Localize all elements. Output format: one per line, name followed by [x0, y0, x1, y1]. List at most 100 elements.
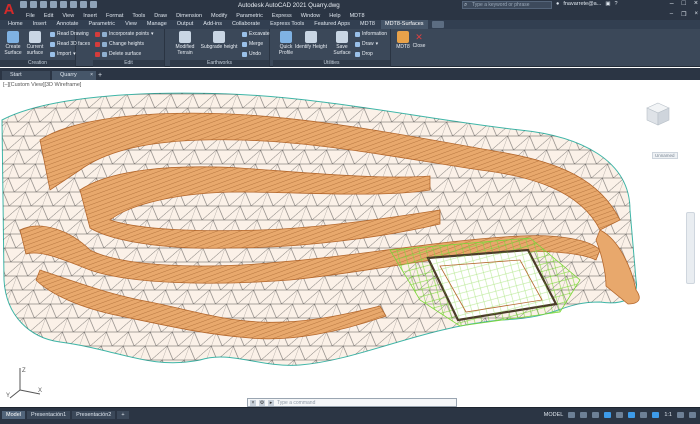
ortho-icon[interactable] [592, 412, 600, 418]
tab-parametric[interactable]: Parametric [84, 20, 119, 29]
current-surface-button[interactable]: Current surface [22, 31, 48, 56]
user-account[interactable]: ● fnavarrete@a... ▣ ? [556, 1, 618, 7]
annotation-icon[interactable] [652, 412, 660, 418]
tab-express-tools[interactable]: Express Tools [266, 20, 308, 29]
tab-insert[interactable]: Insert [29, 20, 51, 29]
undo-button[interactable]: Undo [242, 51, 261, 57]
viewport-controls[interactable]: [–][Custom View][3D Wireframe] [3, 82, 81, 88]
share-icon[interactable] [90, 1, 97, 8]
grid-icon[interactable] [568, 412, 576, 418]
add-layout-button[interactable]: + [117, 411, 129, 419]
help-icon[interactable]: ? [615, 1, 618, 7]
menu-edit[interactable]: Edit [44, 13, 53, 19]
save-icon[interactable] [40, 1, 47, 8]
file-tab-quarry[interactable]: Quarry × [52, 71, 96, 80]
snap-icon[interactable] [580, 412, 588, 418]
information-button[interactable]: Information [355, 31, 387, 37]
layout-tab-presentacion1[interactable]: Presentación1 [26, 411, 71, 419]
tab-view[interactable]: View [121, 20, 141, 29]
doc-minimize-button[interactable]: – [670, 11, 673, 18]
import-button[interactable]: Import ▾ [50, 51, 76, 57]
command-input[interactable]: Type a command [277, 400, 315, 406]
subgrade-height-button[interactable]: Subgrade height [200, 31, 238, 50]
new-icon[interactable] [20, 1, 27, 8]
tab-manage[interactable]: Manage [143, 20, 171, 29]
open-icon[interactable] [30, 1, 37, 8]
undo-icon [242, 51, 247, 57]
customize-icon[interactable] [689, 412, 696, 418]
annotation-scale[interactable]: 1:1 [664, 412, 672, 418]
menu-mdt8[interactable]: MDT8 [350, 13, 365, 19]
menu-dimension[interactable]: Dimension [176, 13, 202, 19]
merge-button[interactable]: Merge [242, 41, 263, 47]
menu-modify[interactable]: Modify [211, 13, 227, 19]
save-surface-button[interactable]: Save Surface [329, 31, 355, 56]
tab-annotate[interactable]: Annotate [52, 20, 82, 29]
menu-parametric[interactable]: Parametric [236, 13, 263, 19]
minimize-button[interactable]: – [670, 0, 674, 7]
command-close-icon[interactable]: × [250, 399, 256, 406]
delete-surface-button[interactable]: Delete surface [95, 51, 141, 57]
navigation-bar[interactable] [686, 212, 695, 284]
tab-output[interactable]: Output [173, 20, 198, 29]
surface-icon [102, 51, 107, 57]
panel-title-earthworks: Earthworks [170, 60, 269, 67]
maximize-button[interactable]: □ [682, 0, 686, 7]
modified-terrain-button[interactable]: Modified Terrain [172, 31, 198, 56]
tab-featured-apps[interactable]: Featured Apps [310, 20, 354, 29]
menu-window[interactable]: Window [301, 13, 321, 19]
model-space-toggle[interactable]: MODEL [544, 412, 564, 418]
change-heights-button[interactable]: Change heights [95, 41, 144, 47]
doc-close-button[interactable]: × [694, 11, 698, 18]
menu-tools[interactable]: Tools [132, 13, 145, 19]
menu-view[interactable]: View [62, 13, 74, 19]
ucs-menu[interactable]: Unnamed [652, 152, 678, 159]
tab-mdt8[interactable]: MDT8 [356, 20, 379, 29]
undo-icon[interactable] [70, 1, 77, 8]
incorporate-points-button[interactable]: Incorporate points ▾ [95, 31, 154, 37]
new-tab-button[interactable]: + [98, 71, 106, 80]
layout-tab-presentacion2[interactable]: Presentación2 [72, 411, 116, 419]
workspace-icon[interactable] [677, 412, 684, 418]
osnap-icon[interactable] [616, 412, 624, 418]
redo-icon[interactable] [80, 1, 87, 8]
tab-home[interactable]: Home [4, 20, 27, 29]
doc-restore-button[interactable]: ❐ [681, 11, 686, 18]
drop-button[interactable]: Drop [355, 51, 373, 57]
autocad-logo-icon[interactable]: A [2, 0, 16, 20]
cart-icon[interactable]: ▣ [605, 1, 610, 7]
identify-height-button[interactable]: Identify Height [293, 31, 329, 50]
menu-draw[interactable]: Draw [154, 13, 167, 19]
menu-format[interactable]: Format [106, 13, 123, 19]
command-settings-icon[interactable]: ⚙ [259, 399, 265, 406]
modified-terrain-icon [179, 31, 191, 43]
file-tab-start[interactable]: Start [2, 71, 50, 80]
tab-add-ins[interactable]: Add-ins [199, 20, 226, 29]
command-prompt-icon[interactable]: ▸ [268, 399, 274, 406]
read-drawing-button[interactable]: Read Drawing [50, 31, 89, 37]
draw-button[interactable]: Draw ▾ [355, 41, 378, 47]
excavate-button[interactable]: Excavate [242, 31, 270, 37]
lineweight-icon[interactable] [640, 412, 648, 418]
ribbon-toggle-button[interactable] [431, 21, 444, 28]
read-3d-faces-button[interactable]: Read 3D faces [50, 41, 90, 47]
close-mdt8-button[interactable]: ✕ Close [410, 31, 428, 49]
menu-insert[interactable]: Insert [83, 13, 97, 19]
print-icon[interactable] [60, 1, 67, 8]
viewcube-icon[interactable] [644, 100, 672, 128]
polar-icon[interactable] [604, 412, 612, 418]
layout-tab-model[interactable]: Model [2, 411, 25, 419]
close-tab-icon[interactable]: × [90, 71, 93, 80]
tab-mdt8-surfaces[interactable]: MDT8-Surfaces [381, 20, 428, 29]
close-button[interactable]: × [694, 0, 698, 7]
menu-express[interactable]: Express [272, 13, 292, 19]
otrack-icon[interactable] [628, 412, 636, 418]
drawing-area[interactable]: [–][Custom View][3D Wireframe] Unnamed Z… [0, 80, 700, 407]
command-line[interactable]: × ⚙ ▸ Type a command [247, 398, 457, 407]
menu-bar: File Edit View Insert Format Tools Draw … [0, 11, 700, 20]
menu-help[interactable]: Help [329, 13, 340, 19]
search-input[interactable]: ⌕ Type a keyword or phrase [462, 1, 552, 9]
save-as-icon[interactable] [50, 1, 57, 8]
tab-collaborate[interactable]: Collaborate [228, 20, 264, 29]
menu-file[interactable]: File [26, 13, 35, 19]
